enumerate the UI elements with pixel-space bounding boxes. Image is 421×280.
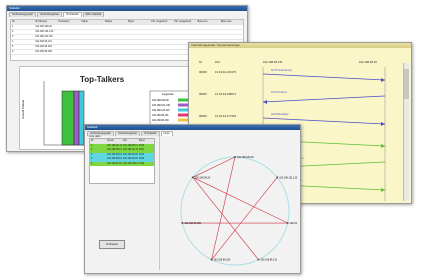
- row-number: 00000: [199, 114, 207, 118]
- cell: 192.168.111.110: [35, 35, 53, 38]
- cell: 192.168.96.186: [35, 50, 52, 53]
- bar-2: [73, 90, 80, 146]
- column-header[interactable]: Pkt. ausgehend: [173, 20, 196, 24]
- cell: 192.168.96.131: [35, 40, 52, 43]
- svg-text:192.168.101.130: 192.168.101.130: [152, 104, 171, 107]
- tab-ip-statistics[interactable]: IP-Statistik: [63, 12, 82, 17]
- cell: 192.168.96.183: [35, 45, 52, 48]
- graph-node-label: 192.168.96.186: [184, 222, 201, 225]
- row-message: SYN Verbindung: [271, 68, 292, 72]
- graph-node[interactable]: [191, 176, 194, 179]
- cell: 4: [12, 40, 14, 43]
- graph-node-label: 192.168.111.110: [290, 222, 297, 225]
- scrollbar-thumb[interactable]: [404, 69, 409, 99]
- tab-connection-list[interactable]: Verbindungsliste: [37, 12, 63, 17]
- svg-text:192.168.111.110: 192.168.111.110: [152, 109, 170, 112]
- tab-connection-graph[interactable]: Verbindungsgraph: [9, 12, 37, 17]
- connection-graph-window: Statistik Verbindungsgraph Verbindungsli…: [84, 124, 301, 274]
- cell: 192.168.180.20: [35, 25, 52, 28]
- column-header[interactable]: Nr.: [11, 20, 34, 24]
- cell: 5: [12, 45, 14, 48]
- column-header[interactable]: Bytes: [127, 20, 150, 24]
- graph-node-label: 192.168.96.20: [195, 176, 211, 179]
- chart-title: Top-Talkers: [80, 75, 125, 84]
- row-number: 00000: [199, 70, 207, 74]
- graph-edge: [211, 156, 236, 260]
- list-item[interactable]: 5 192.168.96.186 192.168.180.20 1290: [90, 161, 154, 166]
- connection-list[interactable]: Nr. Quelle Ziel Bytes 1192.168.111.11019…: [89, 138, 155, 184]
- column-header[interactable]: Bytes aus.: [220, 20, 243, 24]
- cell: 3: [12, 35, 14, 38]
- graph-node-label: 192.168.101.130: [279, 176, 297, 179]
- column-header[interactable]: IP-Adresse: [34, 20, 57, 24]
- graph-node-label: 192.168.96.183: [214, 259, 231, 262]
- row-message: ACK Bestätigt: [271, 112, 289, 116]
- column-header[interactable]: Bytes ein.: [197, 20, 220, 24]
- graph-node[interactable]: [257, 258, 260, 261]
- tab-mac-statistics[interactable]: MAC-Statistik: [82, 12, 105, 17]
- graph-ring: [180, 156, 290, 266]
- graph-node[interactable]: [210, 258, 213, 261]
- sequence-row[interactable]: 00000 13:01:34.133175 SYN Verbindung: [193, 67, 403, 89]
- cell: 1: [12, 25, 14, 28]
- row-message: SYN Antwort: [271, 90, 287, 94]
- y-axis-label: Anzahl Pakete: [21, 99, 25, 119]
- vertical-scrollbar[interactable]: [403, 63, 409, 201]
- graph-edge: [192, 156, 236, 178]
- svg-text:192.168.96.131: 192.168.96.131: [152, 114, 169, 117]
- svg-text:192.168.180.20: 192.168.180.20: [152, 99, 169, 102]
- column-header[interactable]: Pkt. eingehend: [150, 20, 173, 24]
- row-time: 13:01:34.133175: [215, 70, 236, 74]
- tab-hops[interactable]: Hops: [160, 131, 173, 136]
- column-header[interactable]: Name: [81, 20, 104, 24]
- graph-node[interactable]: [181, 222, 184, 225]
- graph-edge: [211, 177, 278, 260]
- graph-node[interactable]: [234, 156, 236, 158]
- legend-title: Legende: [162, 92, 174, 96]
- row-time: 13:01:34.138071: [215, 92, 236, 96]
- cell: 2: [12, 30, 14, 33]
- connection-graph: 192.168.180.20 192.168.101.130 192.168.111…: [180, 156, 297, 266]
- graph-node-label: 192.168.180.20: [237, 156, 254, 159]
- cell: 192.168.101.130: [35, 30, 54, 33]
- close-button[interactable]: Schließen: [99, 240, 125, 249]
- column-header[interactable]: Hostname: [57, 20, 80, 24]
- sequence-row[interactable]: 00000 13:01:34.138071 SYN Antwort: [193, 89, 403, 111]
- graph-node[interactable]: [276, 176, 279, 179]
- column-header[interactable]: Pakete: [104, 20, 127, 24]
- graph-node[interactable]: [286, 222, 289, 225]
- row-time: 13:01:34.177434: [215, 114, 236, 118]
- bar-1: [61, 90, 75, 146]
- graph-edge: [192, 177, 259, 260]
- row-number: 00000: [199, 92, 207, 96]
- tab-bar: Verbindungsgraph Verbindungsliste IP-Sta…: [7, 11, 247, 17]
- graph-edge: [192, 177, 288, 224]
- cell: 6: [12, 50, 14, 53]
- svg-text:192.168.96.183: 192.168.96.183: [152, 119, 169, 122]
- graph-node-label: 192.168.96.131: [260, 259, 277, 262]
